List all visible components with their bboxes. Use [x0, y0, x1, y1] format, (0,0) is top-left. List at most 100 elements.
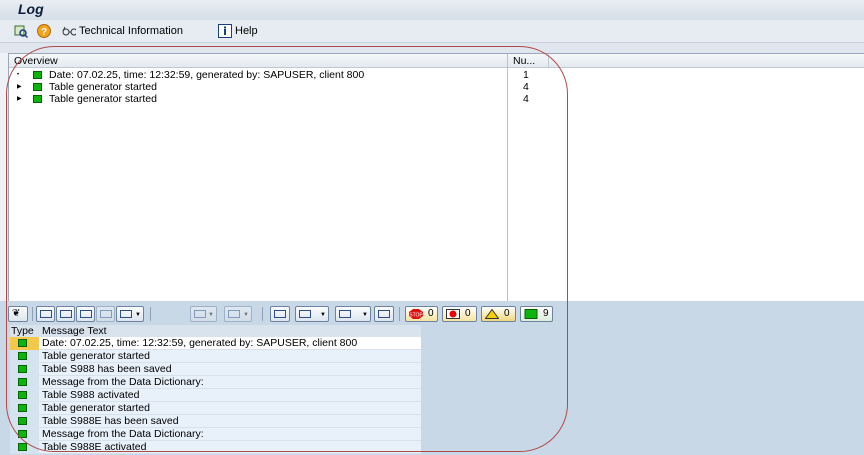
message-text: Table S988 activated — [42, 389, 140, 401]
application-toolbar: ? Technical Information Help — [0, 20, 864, 43]
technical-information-label: Technical Information — [79, 25, 183, 37]
green-status-icon — [33, 71, 42, 79]
green-status-icon — [33, 95, 42, 103]
binoculars-icon — [80, 310, 92, 318]
tree-row[interactable]: ▶ Table generator started — [9, 81, 507, 93]
message-toolbar: ❦ ▼ ▼ ▼ ▼ ▼ STOP 0 0 0 9 — [8, 306, 864, 324]
filter-icon — [120, 310, 132, 318]
message-text: Table S988E activated — [42, 441, 147, 453]
binoculars-next-icon — [100, 310, 112, 318]
toolbar-separator — [262, 307, 263, 321]
svg-text:?: ? — [41, 27, 47, 38]
tree-row-text: Date: 07.02.25, time: 12:32:59, generate… — [49, 69, 365, 81]
column-divider — [507, 54, 508, 302]
error-count-button[interactable]: 0 — [442, 306, 477, 322]
overview-tree[interactable]: Overview Nu... • Date: 07.02.25, time: 1… — [8, 53, 864, 303]
help-question-button[interactable]: ? — [37, 23, 51, 39]
green-status-icon — [18, 443, 27, 451]
tree-row-text: Table generator started — [49, 81, 157, 93]
sum-icon — [194, 310, 206, 318]
green-status-icon — [18, 352, 27, 360]
find-next-button[interactable] — [96, 306, 115, 322]
tree-row[interactable]: ▶ Table generator started — [9, 93, 507, 105]
search-icon — [14, 24, 28, 38]
success-icon — [524, 309, 538, 319]
message-row[interactable]: Table S988 has been saved — [10, 363, 421, 376]
technical-information-button[interactable]: Technical Information — [62, 23, 183, 39]
total-button[interactable]: ▼ — [190, 306, 217, 322]
overview-column-header[interactable]: Overview — [9, 54, 507, 68]
glasses-icon — [62, 24, 76, 38]
find-button[interactable] — [14, 23, 28, 39]
message-text: Message from the Data Dictionary: — [42, 376, 204, 388]
subtotal-button[interactable]: ▼ — [224, 306, 252, 322]
dropdown-arrow-icon: ▼ — [320, 312, 326, 318]
message-row[interactable]: Message from the Data Dictionary: — [10, 428, 421, 441]
warning-count: 0 — [504, 308, 510, 319]
toolbar-separator — [150, 307, 151, 321]
print-preview-button[interactable] — [270, 306, 290, 322]
dropdown-arrow-icon: ▼ — [135, 312, 141, 318]
grid-icon — [378, 310, 390, 318]
green-status-icon — [33, 83, 42, 91]
glasses-icon: ❦ — [12, 308, 21, 319]
message-row[interactable]: Date: 07.02.25, time: 12:32:59, generate… — [10, 337, 421, 350]
sort-ascending-button[interactable] — [36, 306, 55, 322]
message-row[interactable]: Table generator started — [10, 402, 421, 415]
tree-row[interactable]: • Date: 07.02.25, time: 12:32:59, genera… — [9, 69, 507, 81]
message-text: Table S988E has been saved — [42, 415, 179, 427]
help-label: Help — [235, 25, 258, 37]
question-icon: ? — [37, 24, 51, 38]
svg-text:STOP: STOP — [409, 313, 423, 319]
sort-ascending-icon — [40, 310, 52, 318]
tree-row-number: 1 — [523, 69, 529, 81]
success-count: 9 — [543, 308, 549, 319]
message-text: Table generator started — [42, 402, 150, 414]
export-icon — [299, 310, 311, 318]
toolbar-separator — [399, 307, 400, 321]
sort-descending-button[interactable] — [56, 306, 75, 322]
green-status-icon — [18, 391, 27, 399]
success-count-button[interactable]: 9 — [520, 306, 553, 322]
tree-row-number: 4 — [523, 93, 529, 105]
layout-button[interactable]: ▼ — [335, 306, 371, 322]
grid-button[interactable] — [374, 306, 394, 322]
message-text: Table generator started — [42, 350, 150, 362]
dropdown-arrow-icon: ▼ — [243, 312, 249, 318]
stop-icon: STOP — [409, 309, 423, 319]
info-icon — [218, 24, 232, 38]
message-row[interactable]: Message from the Data Dictionary: — [10, 376, 421, 389]
message-row[interactable]: Table generator started — [10, 350, 421, 363]
tree-node-icon[interactable]: • — [17, 69, 19, 81]
message-row[interactable]: Table S988 activated — [10, 389, 421, 402]
green-status-icon — [18, 404, 27, 412]
message-row[interactable]: Table S988E has been saved — [10, 415, 421, 428]
tree-row-number: 4 — [523, 81, 529, 93]
find-button[interactable] — [76, 306, 95, 322]
message-row[interactable]: Table S988E activated — [10, 441, 421, 454]
subtotal-icon — [228, 310, 240, 318]
dropdown-arrow-icon: ▼ — [208, 312, 214, 318]
message-text: Date: 07.02.25, time: 12:32:59, generate… — [42, 337, 358, 349]
type-column-header[interactable]: Type — [11, 325, 34, 337]
print-icon — [274, 310, 286, 318]
number-column-header[interactable]: Nu... — [508, 54, 548, 68]
error-icon — [446, 309, 460, 319]
warning-icon — [485, 309, 499, 319]
green-status-icon — [18, 365, 27, 373]
empty-column-header — [548, 54, 864, 68]
warning-count-button[interactable]: 0 — [481, 306, 516, 322]
help-button[interactable]: Help — [218, 23, 258, 39]
stop-count-button[interactable]: STOP 0 — [405, 306, 438, 322]
filter-button[interactable]: ▼ — [116, 306, 144, 322]
details-button[interactable]: ❦ — [8, 306, 28, 322]
message-text: Table S988 has been saved — [42, 363, 172, 375]
window-title: Log — [18, 1, 44, 17]
layout-icon — [339, 310, 351, 318]
export-button[interactable]: ▼ — [295, 306, 329, 322]
title-bar: Log — [0, 0, 864, 21]
expand-arrow-icon[interactable]: ▶ — [17, 93, 22, 105]
sort-descending-icon — [60, 310, 72, 318]
message-text-column-header[interactable]: Message Text — [42, 325, 107, 337]
expand-arrow-icon[interactable]: ▶ — [17, 81, 22, 93]
